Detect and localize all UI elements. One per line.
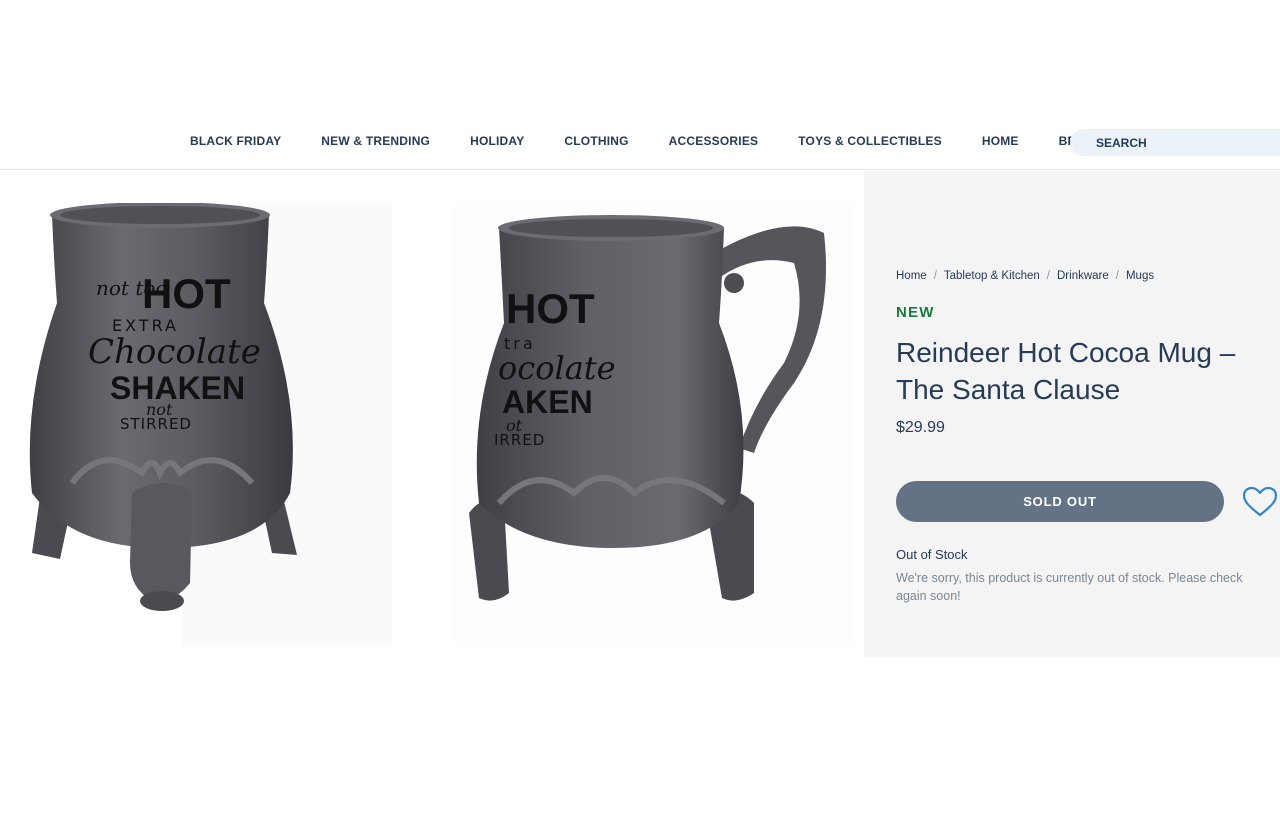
product-price: $29.99 bbox=[896, 419, 945, 436]
new-badge: NEW bbox=[896, 304, 935, 321]
stock-status-message: We're sorry, this product is currently o… bbox=[896, 571, 1243, 603]
site-header: BLACK FRIDAY NEW & TRENDING HOLIDAY CLOT… bbox=[0, 0, 1280, 170]
breadcrumb-separator: / bbox=[1115, 270, 1119, 282]
breadcrumb-mugs[interactable]: Mugs bbox=[1126, 270, 1154, 282]
nav-item-new-trending[interactable]: NEW & TRENDING bbox=[301, 134, 450, 148]
mug-text-hot: HOT bbox=[506, 285, 595, 332]
mug-text-shaken: AKEN bbox=[502, 384, 593, 420]
breadcrumb-drinkware[interactable]: Drinkware bbox=[1057, 270, 1109, 282]
nav-item-toys-collectibles[interactable]: TOYS & COLLECTIBLES bbox=[778, 134, 962, 148]
mug-text-shaken: SHAKEN bbox=[110, 370, 245, 406]
nav-item-holiday[interactable]: HOLIDAY bbox=[450, 134, 544, 148]
breadcrumb-separator: / bbox=[933, 270, 937, 282]
nav-item-clothing[interactable]: CLOTHING bbox=[544, 134, 648, 148]
mug-text-stirred: IRRED bbox=[494, 431, 545, 449]
search-input[interactable] bbox=[1096, 135, 1266, 150]
mug-text-chocolate: ocolate bbox=[498, 349, 616, 387]
search-bar[interactable] bbox=[1070, 129, 1280, 156]
product-image-front[interactable]: not too HOT EXTRA Chocolate SHAKEN not S… bbox=[12, 203, 392, 645]
product-title: Reindeer Hot Cocoa Mug – The Santa Claus… bbox=[896, 337, 1236, 405]
product-gallery: not too HOT EXTRA Chocolate SHAKEN not S… bbox=[0, 171, 864, 657]
mug-text-hot: HOT bbox=[142, 270, 231, 317]
breadcrumb-home[interactable]: Home bbox=[896, 270, 927, 282]
breadcrumb-tabletop-kitchen[interactable]: Tabletop & Kitchen bbox=[944, 270, 1040, 282]
product-image-side[interactable]: HOT tra ocolate AKEN ot IRRED bbox=[454, 203, 854, 645]
mug-text-stirred: STIRRED bbox=[120, 415, 192, 433]
nav-item-accessories[interactable]: ACCESSORIES bbox=[649, 134, 779, 148]
mug-text-chocolate: Chocolate bbox=[88, 332, 261, 372]
nav-item-home[interactable]: HOME bbox=[962, 134, 1039, 148]
stock-status-title: Out of Stock bbox=[896, 547, 968, 562]
main-nav: BLACK FRIDAY NEW & TRENDING HOLIDAY CLOT… bbox=[170, 128, 1131, 154]
sold-out-button[interactable]: SOLD OUT bbox=[896, 481, 1224, 522]
product-info-panel: Home / Tabletop & Kitchen / Drinkware / … bbox=[864, 171, 1280, 657]
wishlist-heart-icon[interactable] bbox=[1242, 486, 1278, 518]
breadcrumb-separator: / bbox=[1046, 270, 1050, 282]
breadcrumb: Home / Tabletop & Kitchen / Drinkware / … bbox=[896, 270, 1154, 282]
nav-item-black-friday[interactable]: BLACK FRIDAY bbox=[170, 134, 301, 148]
